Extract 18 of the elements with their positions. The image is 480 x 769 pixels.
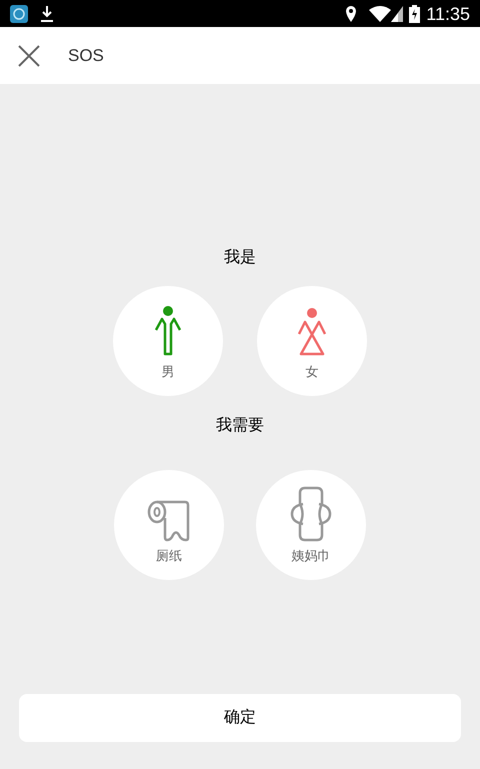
section-title: 我需要	[216, 416, 264, 436]
section-title: 我是	[224, 248, 256, 268]
toilet-paper-icon	[147, 500, 191, 542]
status-time: 11:35	[426, 4, 470, 22]
app-icon	[10, 4, 28, 22]
option-button[interactable]: 厕纸	[114, 470, 224, 580]
confirm-button[interactable]: 确定	[19, 694, 461, 742]
close-icon	[18, 44, 40, 66]
download-icon	[40, 4, 54, 22]
option-button[interactable]: 男	[113, 286, 223, 396]
option-button[interactable]: 姨妈巾	[256, 470, 366, 580]
signal-icon	[391, 6, 404, 22]
option-button[interactable]: 女	[257, 286, 367, 396]
page-title: SOS	[68, 44, 104, 67]
battery-icon	[409, 4, 420, 22]
close-button[interactable]	[16, 42, 42, 68]
pad-icon	[290, 486, 332, 542]
location-icon	[345, 4, 358, 22]
